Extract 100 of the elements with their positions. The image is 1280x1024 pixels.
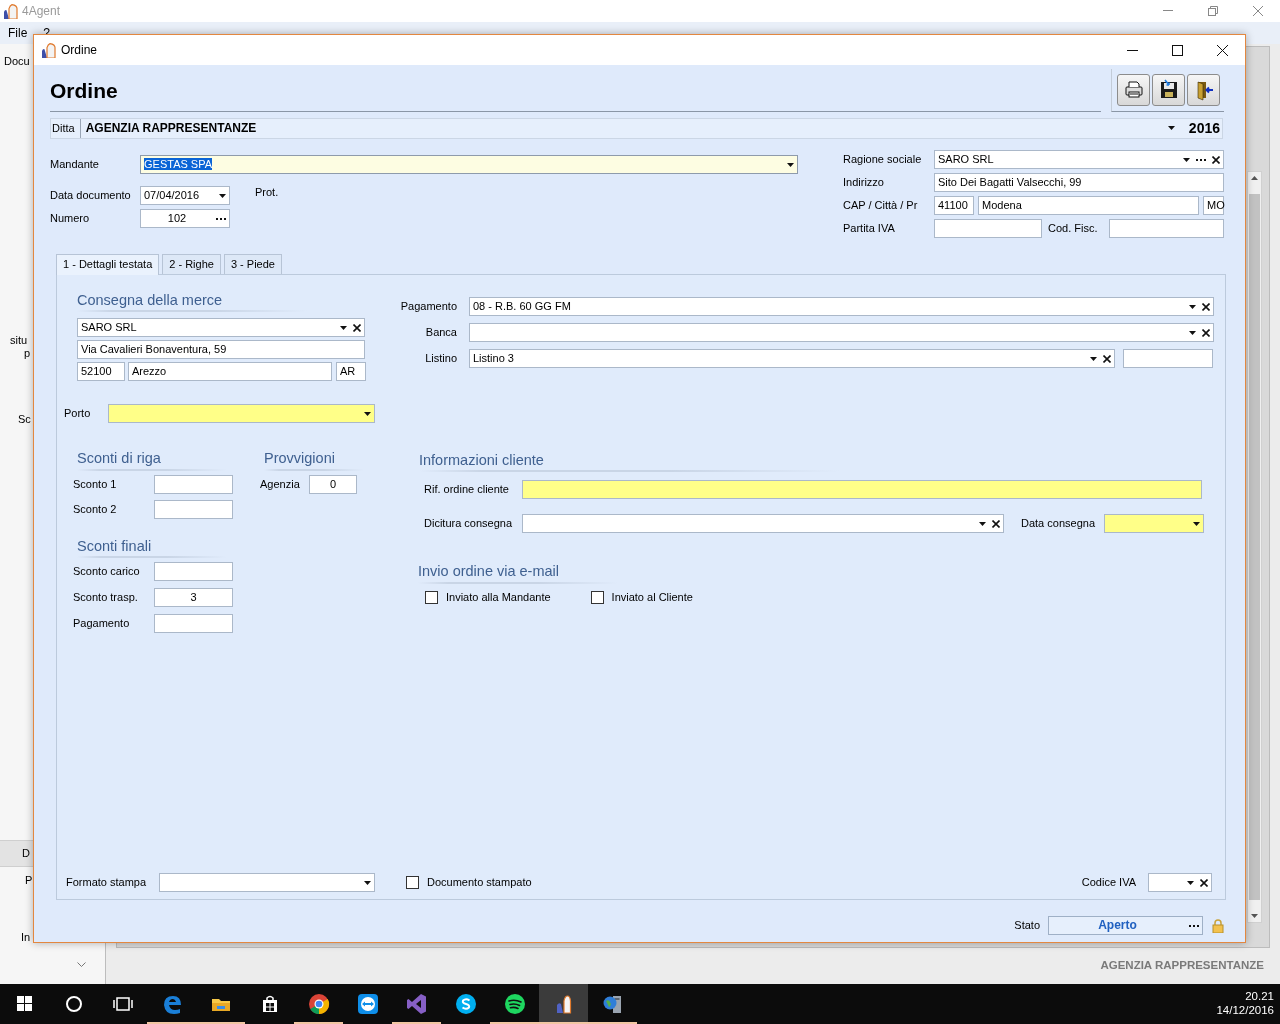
section-title: Sconti finali xyxy=(77,537,152,554)
dropdown-arrow-icon[interactable] xyxy=(1167,126,1175,131)
input-field[interactable]: Modena xyxy=(978,196,1199,215)
field-label: CAP / Città / Pr xyxy=(843,198,919,213)
field-label: Indirizzo xyxy=(843,175,885,190)
menu-item[interactable]: File xyxy=(0,25,36,41)
dropdown-field[interactable]: SARO SRL xyxy=(934,150,1224,169)
maximize-icon[interactable] xyxy=(1172,44,1183,56)
input-field[interactable]: 0 xyxy=(309,474,357,494)
dropdown-arrow-icon[interactable] xyxy=(364,880,371,885)
date-field[interactable]: 07/04/2016 xyxy=(140,186,230,205)
taskbar-button[interactable] xyxy=(539,984,588,1024)
scrollbar[interactable] xyxy=(1247,171,1262,923)
input-field[interactable] xyxy=(1109,219,1224,238)
input-field[interactable]: Sito Dei Bagatti Valsecchi, 99 xyxy=(934,173,1224,192)
dropdown-arrow-icon[interactable] xyxy=(1187,880,1194,885)
checkbox[interactable] xyxy=(590,590,604,604)
checkbox-label: Documento stampato xyxy=(427,875,532,890)
field-label: Mandante xyxy=(50,157,100,172)
input-field[interactable]: Arezzo xyxy=(128,362,332,382)
clock-time: 20.21 xyxy=(1244,990,1274,1004)
dropdown-field[interactable] xyxy=(469,323,1214,342)
input-field[interactable]: AR xyxy=(336,362,366,382)
checkbox[interactable] xyxy=(425,590,438,604)
background-text: p xyxy=(24,347,31,361)
dropdown-arrow-icon[interactable] xyxy=(1189,304,1196,309)
section-title: Invio ordine via e-mail xyxy=(418,563,560,580)
close-icon[interactable] xyxy=(1217,44,1228,56)
chevron-icon[interactable] xyxy=(77,962,86,967)
dropdown-field[interactable]: Listino 3 xyxy=(469,349,1115,368)
dropdown-arrow-icon[interactable] xyxy=(1189,330,1196,335)
dropdown-arrow-icon[interactable] xyxy=(979,521,986,526)
date-field[interactable] xyxy=(1104,514,1204,534)
field-label: Formato stampa xyxy=(66,875,148,890)
clear-icon[interactable] xyxy=(992,519,1000,528)
dropdown-arrow-icon[interactable] xyxy=(787,162,794,167)
input-field[interactable] xyxy=(154,474,233,494)
checkbox-label: Inviato al Cliente xyxy=(611,590,693,604)
ribbon-icon[interactable] xyxy=(404,992,429,1016)
dropdown-field[interactable]: SARO SRL xyxy=(77,318,365,338)
restore-icon[interactable] xyxy=(1207,6,1218,16)
company-dropdown[interactable]: AGENZIA RAPPRESENTANZE xyxy=(85,121,1175,136)
dropdown-arrow-icon[interactable] xyxy=(1090,356,1097,361)
input-field[interactable]: MO xyxy=(1203,196,1224,215)
input-field[interactable]: 41100 xyxy=(934,196,974,215)
ellipsis-icon[interactable] xyxy=(1189,924,1199,927)
tab[interactable]: 1 - Dettagli testata xyxy=(56,254,160,275)
clear-icon[interactable] xyxy=(1202,302,1210,311)
input-field[interactable] xyxy=(154,499,233,519)
field-label: Banca xyxy=(424,325,457,340)
clear-icon[interactable] xyxy=(353,323,361,332)
input-field[interactable]: 52100 xyxy=(77,362,125,382)
field-label: Partita IVA xyxy=(843,221,896,236)
dropdown-arrow-icon[interactable] xyxy=(340,325,347,330)
sound-waves-icon[interactable] xyxy=(502,992,527,1016)
scroll-down-icon[interactable] xyxy=(1251,914,1258,918)
input-field[interactable] xyxy=(154,562,233,582)
arrows-icon[interactable] xyxy=(355,992,380,1016)
dropdown-field[interactable] xyxy=(159,873,375,892)
input-field[interactable]: Via Cavalieri Bonaventura, 59 xyxy=(77,340,365,360)
dropdown-field[interactable]: 08 - R.B. 60 GG FM xyxy=(469,297,1214,316)
input-field[interactable] xyxy=(154,614,233,634)
field-label: Dicitura consegna xyxy=(424,517,514,531)
app-logo-icon xyxy=(40,42,56,58)
chat-icon[interactable] xyxy=(453,992,478,1016)
ellipsis-icon[interactable] xyxy=(216,217,226,220)
browser-icon[interactable] xyxy=(306,992,331,1016)
field-label: Codice IVA xyxy=(1081,875,1136,890)
input-field[interactable]: 3 xyxy=(154,588,233,608)
input-field[interactable]: 102 xyxy=(140,209,230,228)
clear-icon[interactable] xyxy=(1200,878,1208,887)
input-field[interactable] xyxy=(522,480,1202,500)
input-field[interactable] xyxy=(1123,349,1213,368)
background-text: D xyxy=(22,847,30,861)
dropdown-field[interactable] xyxy=(1148,873,1212,892)
field-label: Data consegna xyxy=(1021,517,1096,531)
dropdown-field[interactable] xyxy=(108,404,375,424)
field-label: Prot. xyxy=(255,186,279,200)
clear-icon[interactable] xyxy=(1103,354,1111,363)
dropdown-field[interactable]: GESTAS SPA xyxy=(140,155,798,174)
status-field[interactable]: Aperto xyxy=(1048,916,1203,935)
field-label: Data documento xyxy=(50,188,132,203)
section-title: Provvigioni xyxy=(264,450,335,467)
clear-icon[interactable] xyxy=(1212,155,1220,164)
field-label: Porto xyxy=(64,407,92,421)
dropdown-arrow-icon[interactable] xyxy=(364,411,371,416)
clock-date: 14/12/2016 xyxy=(1216,1004,1274,1018)
checkbox[interactable] xyxy=(406,876,419,889)
input-field[interactable] xyxy=(934,219,1042,238)
field-label: Stato xyxy=(1014,918,1040,933)
clear-icon[interactable] xyxy=(1202,328,1210,337)
dropdown-arrow-icon[interactable] xyxy=(219,193,226,198)
dropdown-arrow-icon[interactable] xyxy=(1183,157,1190,162)
section-title: Informazioni cliente xyxy=(419,452,544,468)
scroll-up-icon[interactable] xyxy=(1251,176,1258,180)
tab[interactable]: 2 - Righe xyxy=(162,254,221,274)
ellipsis-icon[interactable] xyxy=(1196,158,1206,161)
dropdown-arrow-icon[interactable] xyxy=(1193,521,1200,526)
dropdown-field[interactable] xyxy=(522,514,1004,534)
tab[interactable]: 3 - Piede xyxy=(223,254,282,274)
